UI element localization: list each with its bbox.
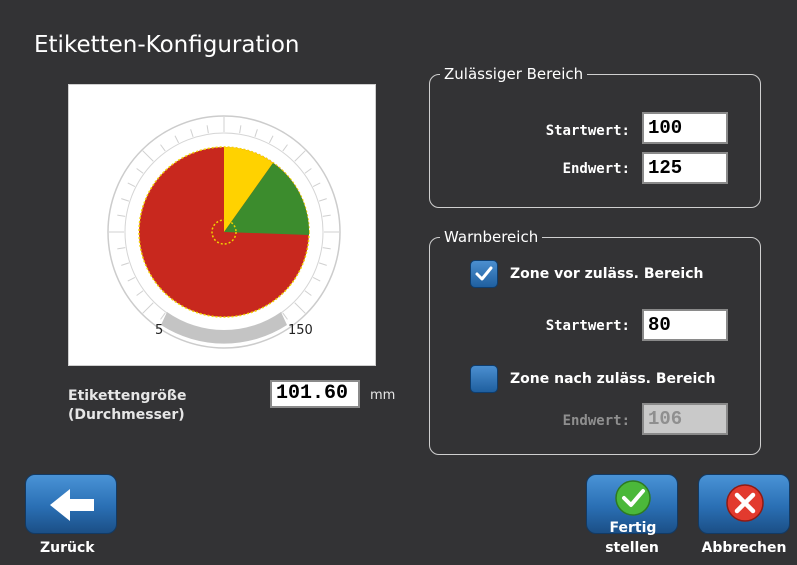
finish-button[interactable]: Fertig (586, 474, 678, 536)
page-title: Etiketten-Konfiguration (34, 32, 300, 58)
warning-range-group: Warnbereich Zone vor zuläss. Bereich Sta… (429, 228, 761, 455)
allowed-start-label: Startwert: (545, 123, 630, 139)
allowed-end-input[interactable]: 125 (642, 152, 728, 184)
allowed-start-input[interactable]: 100 (642, 112, 728, 144)
before-zone-checkbox[interactable] (470, 260, 498, 288)
back-label: Zurück (40, 540, 95, 556)
label-size-caption: Etikettengröße (Durchmesser) (68, 388, 187, 423)
after-zone-checkbox[interactable] (470, 365, 498, 393)
allowed-range-group: Zulässiger Bereich Startwert: 100 Endwer… (429, 65, 761, 208)
finish-label-line1: Fertig (609, 520, 657, 536)
cancel-button[interactable] (698, 474, 790, 534)
warning-end-label: Endwert: (562, 413, 630, 429)
allowed-end-label: Endwert: (562, 161, 630, 177)
warning-start-input[interactable]: 80 (642, 309, 728, 341)
scale-min-label: 5 (155, 323, 163, 338)
after-zone-label: Zone nach zuläss. Bereich (510, 371, 716, 387)
allowed-range-legend: Zulässiger Bereich (440, 65, 588, 83)
scale-max-label: 150 (288, 323, 313, 338)
warning-range-legend: Warnbereich (440, 228, 543, 246)
gauge-preview: 5 150 (107, 115, 341, 349)
back-button[interactable] (25, 474, 117, 534)
cancel-label: Abbrechen (701, 540, 787, 556)
warning-end-input[interactable]: 106 (642, 403, 728, 435)
finish-label-line2: stellen (605, 540, 659, 556)
warning-start-label: Startwert: (545, 318, 630, 334)
checkmark-icon (475, 266, 493, 281)
x-circle-icon (726, 484, 764, 522)
before-zone-label: Zone vor zuläss. Bereich (510, 266, 704, 282)
label-size-input[interactable]: 101.60 (270, 380, 360, 408)
arrow-left-icon (50, 489, 94, 521)
label-preview: 5 150 (68, 84, 376, 366)
label-size-unit: mm (370, 388, 396, 403)
